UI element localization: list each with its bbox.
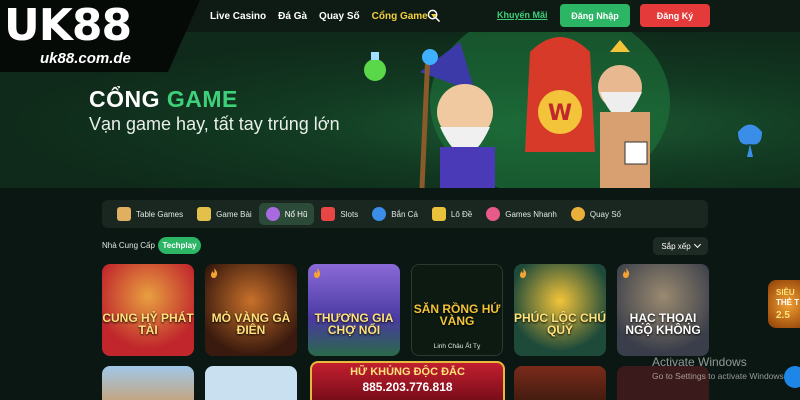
category-label: Nổ Hũ — [284, 209, 308, 219]
nav-quay-so[interactable]: Quay Số — [319, 11, 360, 22]
game-title: MỎ VÀNG GÀ ĐIÊN — [211, 311, 291, 337]
game-card[interactable] — [102, 366, 194, 400]
cards-icon — [197, 207, 212, 221]
category-label: Table Games — [136, 209, 184, 219]
banner-characters-illustration: W — [364, 32, 762, 188]
svg-text:W: W — [548, 101, 572, 126]
ticket-icon — [431, 207, 446, 221]
game-card[interactable]: MỎ VÀNG GÀ ĐIÊN — [205, 264, 297, 356]
windows-activation-subtitle: Go to Settings to activate Windows. — [652, 371, 787, 381]
sort-label: Sắp xếp — [661, 241, 691, 251]
category-label: Lô Đề — [450, 209, 473, 219]
game-card[interactable]: PHÚC LỘC CHÚ QUÝ — [514, 264, 606, 356]
fish-icon — [372, 207, 387, 221]
fire-icon — [314, 268, 321, 278]
game-title: PHÚC LỘC CHÚ QUÝ — [514, 311, 606, 337]
provider-chip-techplay[interactable]: Techplay — [158, 237, 201, 254]
category-quay-so[interactable]: Quay Số — [564, 203, 628, 225]
nav-live-casino[interactable]: Live Casino — [210, 11, 266, 22]
category-slots[interactable]: Slots — [314, 203, 365, 225]
side-promo-line2: THẺ T — [776, 298, 800, 307]
search-icon[interactable] — [427, 9, 440, 22]
main-nav: Live Casino Đá Gà Quay Số Cổng Game — [210, 0, 437, 32]
category-games-nhanh[interactable]: Games Nhanh — [479, 203, 564, 225]
game-card[interactable]: CUNG HỶ PHÁT TÀI — [102, 264, 194, 356]
fire-icon — [211, 268, 218, 278]
chevron-down-icon — [693, 240, 701, 249]
dice-icon — [117, 207, 131, 221]
seven-icon — [321, 207, 336, 221]
game-caption: Linh Châu Ất Tỵ — [433, 343, 481, 350]
jackpot-value: 885.203.776.818 — [362, 380, 453, 394]
category-bar: Table Games Game Bài Nổ Hũ Slots Bắn Cá … — [102, 200, 708, 228]
category-label: Games Nhanh — [505, 209, 557, 219]
rocket-icon — [486, 207, 501, 221]
game-title: SĂN RỒNG HỨ VÀNG — [413, 302, 501, 328]
category-ban-ca[interactable]: Bắn Cá — [365, 203, 425, 225]
nav-cong-game-label: Cổng Game — [371, 10, 428, 22]
provider-label: Nhà Cung Cấp — [102, 241, 155, 250]
banner-subtitle: Vạn game hay, tất tay trúng lớn — [89, 114, 340, 134]
banner-title-main: CỔNG — [89, 86, 160, 112]
chat-icon[interactable] — [784, 366, 800, 388]
game-title: HẠC THOẠI NGỘ KHÔNG — [625, 311, 701, 337]
category-label: Game Bài — [216, 209, 252, 219]
game-title: CUNG HỶ PHÁT TÀI — [102, 311, 194, 337]
game-card[interactable] — [205, 366, 297, 400]
promotions-link[interactable]: Khuyến Mãi — [497, 10, 548, 20]
login-button[interactable]: Đăng Nhập — [560, 4, 630, 27]
category-game-bai[interactable]: Game Bài — [190, 203, 259, 225]
game-title: THƯƠNG GIA CHỢ NỔI — [314, 311, 394, 337]
logo-domain: uk88.com.de — [40, 50, 131, 67]
fire-icon — [520, 268, 527, 278]
category-label: Quay Số — [589, 209, 621, 219]
windows-activation-title: Activate Windows — [652, 355, 747, 369]
nav-da-ga[interactable]: Đá Gà — [278, 11, 307, 22]
category-table-games[interactable]: Table Games — [110, 203, 190, 225]
jackpot-banner[interactable]: HỮ KHỦNG ĐỘC ĐẮC 885.203.776.818 — [310, 361, 505, 400]
category-label: Bắn Cá — [391, 209, 418, 219]
category-label: Slots — [340, 209, 359, 219]
fire-icon — [623, 268, 630, 278]
side-promo-line3: 2.5 — [776, 310, 790, 321]
game-card[interactable]: SĂN RỒNG HỨ VÀNG Linh Châu Ất Tỵ — [411, 264, 503, 356]
category-no-hu[interactable]: Nổ Hũ — [258, 203, 315, 225]
game-card[interactable] — [514, 366, 606, 400]
sort-dropdown[interactable]: Sắp xếp — [653, 237, 708, 255]
side-promo-line1: SIÊU — [776, 288, 795, 297]
register-button[interactable]: Đăng Ký — [640, 4, 710, 27]
logo-brand: UK88 — [4, 0, 132, 51]
category-lo-de[interactable]: Lô Đề — [425, 203, 479, 225]
game-card[interactable]: HẠC THOẠI NGỘ KHÔNG — [617, 264, 709, 356]
coin-icon — [570, 207, 585, 221]
banner-title-accent: GAME — [166, 86, 238, 112]
side-promo-banner[interactable]: SIÊU THẺ T 2.5 — [768, 280, 800, 328]
jar-icon — [265, 207, 280, 221]
jackpot-title: HỮ KHỦNG ĐỘC ĐẮC — [350, 366, 465, 378]
banner-title: CỔNG GAME — [89, 86, 238, 113]
logo[interactable]: UK88 uk88.com.de — [0, 0, 200, 72]
game-card[interactable]: THƯƠNG GIA CHỢ NỔI — [308, 264, 400, 356]
